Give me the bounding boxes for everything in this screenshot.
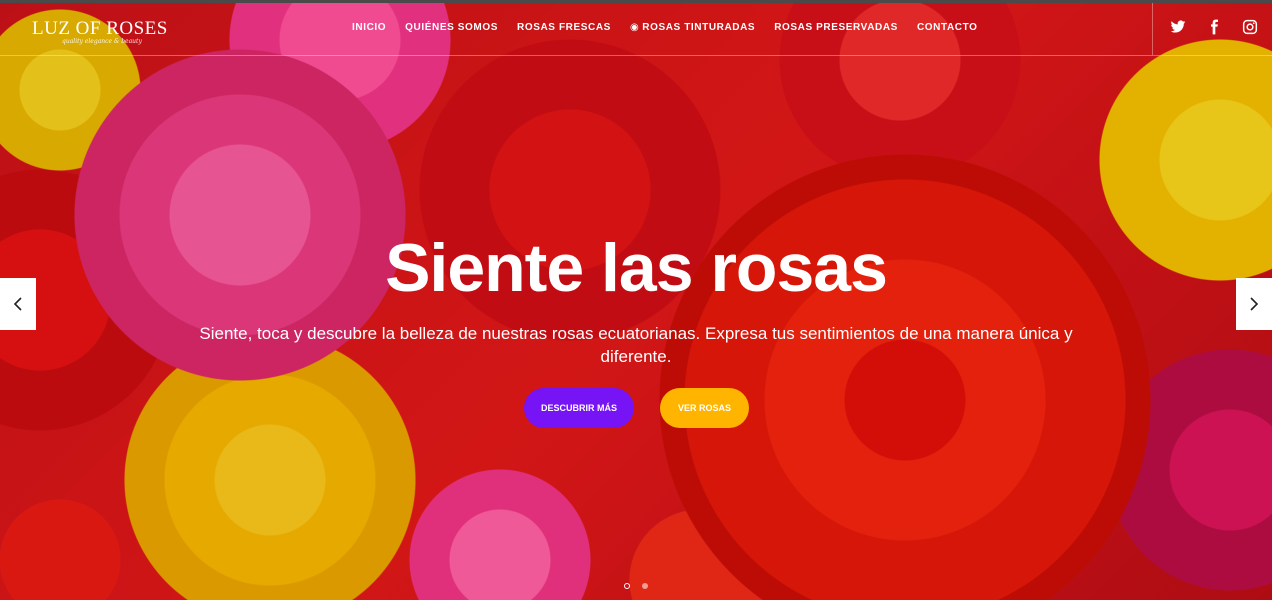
- nav-item-rosas-frescas[interactable]: ROSAS FRESCAS: [517, 22, 611, 33]
- nav-item-label: ROSAS TINTURADAS: [642, 22, 756, 33]
- nav-item-rosas-preservadas[interactable]: ROSAS PRESERVADAS: [774, 22, 898, 33]
- slide-dot-1[interactable]: [624, 583, 630, 589]
- facebook-icon[interactable]: [1206, 19, 1222, 35]
- nav-item-quienes-somos[interactable]: QUIÉNES SOMOS: [405, 22, 498, 33]
- discover-more-button[interactable]: DESCUBRIR MÁS: [524, 388, 634, 428]
- nav-item-inicio[interactable]: INICIO: [352, 22, 386, 33]
- twitter-icon[interactable]: [1170, 19, 1186, 35]
- brand-logo[interactable]: LUZ OF ROSES quality elegance & beauty: [32, 18, 168, 46]
- slide-dot-2[interactable]: [642, 583, 648, 589]
- social-links: [1170, 19, 1258, 35]
- brand-tagline: quality elegance & beauty: [62, 38, 142, 45]
- nav-item-contacto[interactable]: CONTACTO: [917, 22, 978, 33]
- chevron-right-icon: [1250, 297, 1259, 311]
- instagram-icon[interactable]: [1242, 19, 1258, 35]
- hero-headline: Siente las rosas: [385, 230, 888, 306]
- slider-next-button[interactable]: [1236, 278, 1272, 330]
- hero-subtitle: Siente, toca y descubre la belleza de nu…: [199, 324, 1073, 366]
- target-icon: ◉: [629, 22, 640, 33]
- nav-item-rosas-tinturadas[interactable]: ◉ ROSAS TINTURADAS: [630, 22, 755, 33]
- view-roses-button[interactable]: VER ROSAS: [660, 388, 749, 428]
- main-nav: INICIO QUIÉNES SOMOS ROSAS FRESCAS ◉ ROSA…: [352, 22, 978, 33]
- brand-name: LUZ OF ROSES: [32, 18, 168, 39]
- chevron-left-icon: [13, 297, 22, 311]
- slider-prev-button[interactable]: [0, 278, 36, 330]
- site-header: LUZ OF ROSES quality elegance & beauty I…: [0, 3, 1272, 56]
- slider-pagination: [624, 583, 648, 589]
- header-divider: [1152, 3, 1153, 55]
